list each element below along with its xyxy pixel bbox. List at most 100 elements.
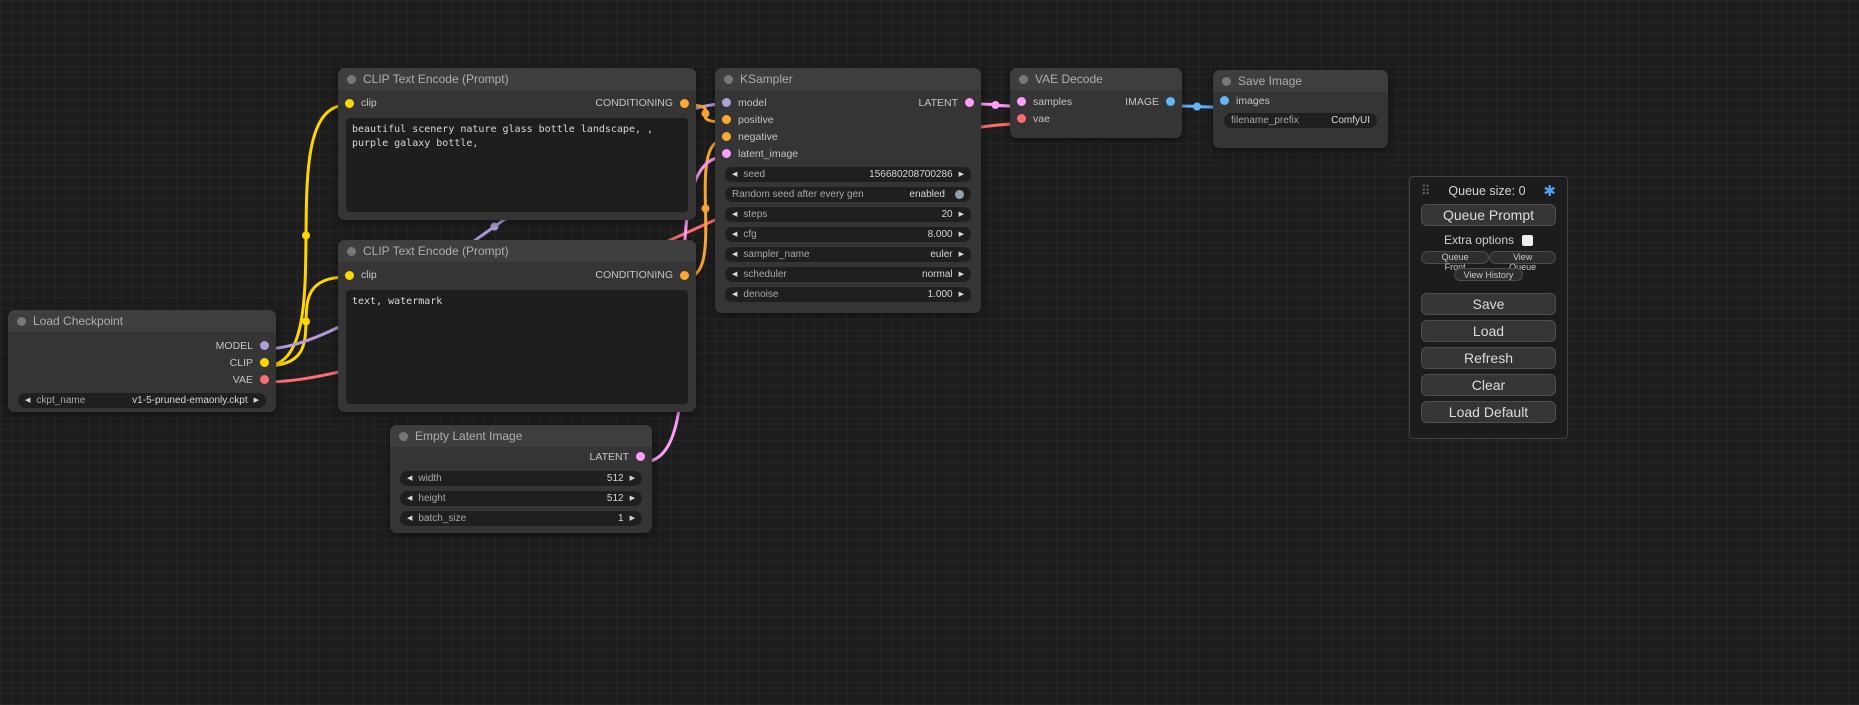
- seed-widget[interactable]: ◀ seed 156680208700286 ▶: [725, 167, 971, 182]
- node-title-bar[interactable]: Load Checkpoint: [8, 310, 276, 332]
- decrement-arrow-icon[interactable]: ◀: [732, 231, 737, 238]
- increment-arrow-icon[interactable]: ▶: [254, 397, 259, 404]
- conditioning-output-slot[interactable]: [680, 271, 689, 280]
- widget-label: batch_size: [418, 513, 466, 524]
- clear-button[interactable]: Clear: [1421, 374, 1556, 396]
- increment-arrow-icon[interactable]: ▶: [630, 475, 635, 482]
- gear-icon[interactable]: ✱: [1543, 184, 1556, 199]
- node-title-bar[interactable]: VAE Decode: [1010, 68, 1182, 90]
- positive-prompt-textarea[interactable]: beautiful scenery nature glass bottle la…: [346, 118, 688, 212]
- node-title-bar[interactable]: KSampler: [715, 68, 981, 90]
- samples-input-slot[interactable]: [1017, 97, 1026, 106]
- increment-arrow-icon[interactable]: ▶: [959, 271, 964, 278]
- conditioning-output-slot[interactable]: [680, 99, 689, 108]
- scheduler-widget[interactable]: ◀ scheduler normal ▶: [725, 267, 971, 282]
- decrement-arrow-icon[interactable]: ◀: [407, 475, 412, 482]
- node-load-checkpoint[interactable]: Load Checkpoint MODEL CLIP VAE ◀ ckpt_na…: [8, 310, 276, 412]
- view-queue-button[interactable]: View Queue: [1489, 251, 1556, 264]
- negative-input-slot[interactable]: [722, 132, 731, 141]
- extra-options-checkbox[interactable]: [1522, 235, 1533, 246]
- view-history-button[interactable]: View History: [1454, 268, 1524, 281]
- node-title-bar[interactable]: Empty Latent Image: [390, 425, 652, 447]
- batch-size-widget[interactable]: ◀ batch_size 1 ▶: [400, 511, 642, 526]
- node-title: CLIP Text Encode (Prompt): [363, 72, 509, 86]
- slot-row: samples IMAGE: [1010, 93, 1182, 110]
- image-output-slot[interactable]: [1166, 97, 1175, 106]
- node-collapse-dot[interactable]: [17, 317, 26, 326]
- positive-input-slot[interactable]: [722, 115, 731, 124]
- decrement-arrow-icon[interactable]: ◀: [407, 515, 412, 522]
- node-clip-text-encode-negative[interactable]: CLIP Text Encode (Prompt) clip CONDITION…: [338, 240, 696, 412]
- latent-image-input-slot[interactable]: [722, 149, 731, 158]
- queue-prompt-button[interactable]: Queue Prompt: [1421, 204, 1556, 226]
- latent-output-slot[interactable]: [965, 98, 974, 107]
- model-output-label: MODEL: [216, 340, 253, 352]
- cfg-widget[interactable]: ◀ cfg 8.000 ▶: [725, 227, 971, 242]
- increment-arrow-icon[interactable]: ▶: [959, 251, 964, 258]
- decrement-arrow-icon[interactable]: ◀: [732, 211, 737, 218]
- vae-input-label: vae: [1033, 113, 1050, 125]
- node-collapse-dot[interactable]: [347, 247, 356, 256]
- images-input-slot[interactable]: [1220, 96, 1229, 105]
- conditioning-output-label: CONDITIONING: [595, 269, 673, 281]
- increment-arrow-icon[interactable]: ▶: [959, 171, 964, 178]
- node-collapse-dot[interactable]: [399, 432, 408, 441]
- node-collapse-dot[interactable]: [1019, 75, 1028, 84]
- decrement-arrow-icon[interactable]: ◀: [732, 291, 737, 298]
- model-input-slot[interactable]: [722, 98, 731, 107]
- decrement-arrow-icon[interactable]: ◀: [407, 495, 412, 502]
- width-widget[interactable]: ◀ width 512 ▶: [400, 471, 642, 486]
- increment-arrow-icon[interactable]: ▶: [630, 515, 635, 522]
- load-button[interactable]: Load: [1421, 320, 1556, 342]
- decrement-arrow-icon[interactable]: ◀: [732, 271, 737, 278]
- widget-label: ckpt_name: [36, 395, 85, 406]
- vae-output-slot[interactable]: [260, 375, 269, 384]
- toggle-indicator-icon[interactable]: [955, 190, 964, 199]
- queue-front-button[interactable]: Queue Front: [1421, 251, 1489, 264]
- node-title-bar[interactable]: CLIP Text Encode (Prompt): [338, 240, 696, 262]
- node-collapse-dot[interactable]: [1222, 77, 1231, 86]
- widget-value: 1.000: [928, 289, 953, 300]
- clip-input-slot[interactable]: [345, 271, 354, 280]
- filename-prefix-widget[interactable]: filename_prefix ComfyUI: [1224, 113, 1377, 128]
- node-title-bar[interactable]: CLIP Text Encode (Prompt): [338, 68, 696, 90]
- decrement-arrow-icon[interactable]: ◀: [732, 251, 737, 258]
- node-vae-decode[interactable]: VAE Decode samples IMAGE vae: [1010, 68, 1182, 138]
- decrement-arrow-icon[interactable]: ◀: [25, 397, 30, 404]
- load-default-button[interactable]: Load Default: [1421, 401, 1556, 423]
- drag-handle-icon[interactable]: ⠿: [1421, 183, 1431, 199]
- sampler-name-widget[interactable]: ◀ sampler_name euler ▶: [725, 247, 971, 262]
- node-empty-latent-image[interactable]: Empty Latent Image LATENT ◀ width 512 ▶ …: [390, 425, 652, 533]
- increment-arrow-icon[interactable]: ▶: [959, 231, 964, 238]
- vae-output-label: VAE: [233, 374, 253, 386]
- clip-output-slot[interactable]: [260, 358, 269, 367]
- steps-widget[interactable]: ◀ steps 20 ▶: [725, 207, 971, 222]
- node-collapse-dot[interactable]: [724, 75, 733, 84]
- random-seed-toggle-widget[interactable]: Random seed after every gen enabled: [725, 187, 971, 202]
- decrement-arrow-icon[interactable]: ◀: [732, 171, 737, 178]
- height-widget[interactable]: ◀ height 512 ▶: [400, 491, 642, 506]
- node-collapse-dot[interactable]: [347, 75, 356, 84]
- denoise-widget[interactable]: ◀ denoise 1.000 ▶: [725, 287, 971, 302]
- widget-label: width: [418, 473, 441, 484]
- slot-row: positive: [715, 111, 981, 128]
- model-input-label: model: [738, 97, 767, 109]
- clip-input-slot[interactable]: [345, 99, 354, 108]
- node-ksampler[interactable]: KSampler model LATENT positive negative …: [715, 68, 981, 313]
- save-button[interactable]: Save: [1421, 293, 1556, 315]
- increment-arrow-icon[interactable]: ▶: [959, 211, 964, 218]
- latent-output-slot[interactable]: [636, 452, 645, 461]
- ckpt-name-widget[interactable]: ◀ ckpt_name v1-5-pruned-emaonly.ckpt ▶: [18, 393, 266, 408]
- increment-arrow-icon[interactable]: ▶: [959, 291, 964, 298]
- vae-input-slot[interactable]: [1017, 114, 1026, 123]
- negative-prompt-textarea[interactable]: text, watermark: [346, 290, 688, 404]
- refresh-button[interactable]: Refresh: [1421, 347, 1556, 369]
- node-title-bar[interactable]: Save Image: [1213, 70, 1388, 92]
- model-output-slot[interactable]: [260, 341, 269, 350]
- node-clip-text-encode-positive[interactable]: CLIP Text Encode (Prompt) clip CONDITION…: [338, 68, 696, 220]
- clip-input-label: clip: [361, 269, 377, 281]
- widget-value: ComfyUI: [1331, 115, 1370, 126]
- node-save-image[interactable]: Save Image images filename_prefix ComfyU…: [1213, 70, 1388, 148]
- increment-arrow-icon[interactable]: ▶: [630, 495, 635, 502]
- slot-row: latent_image: [715, 145, 981, 162]
